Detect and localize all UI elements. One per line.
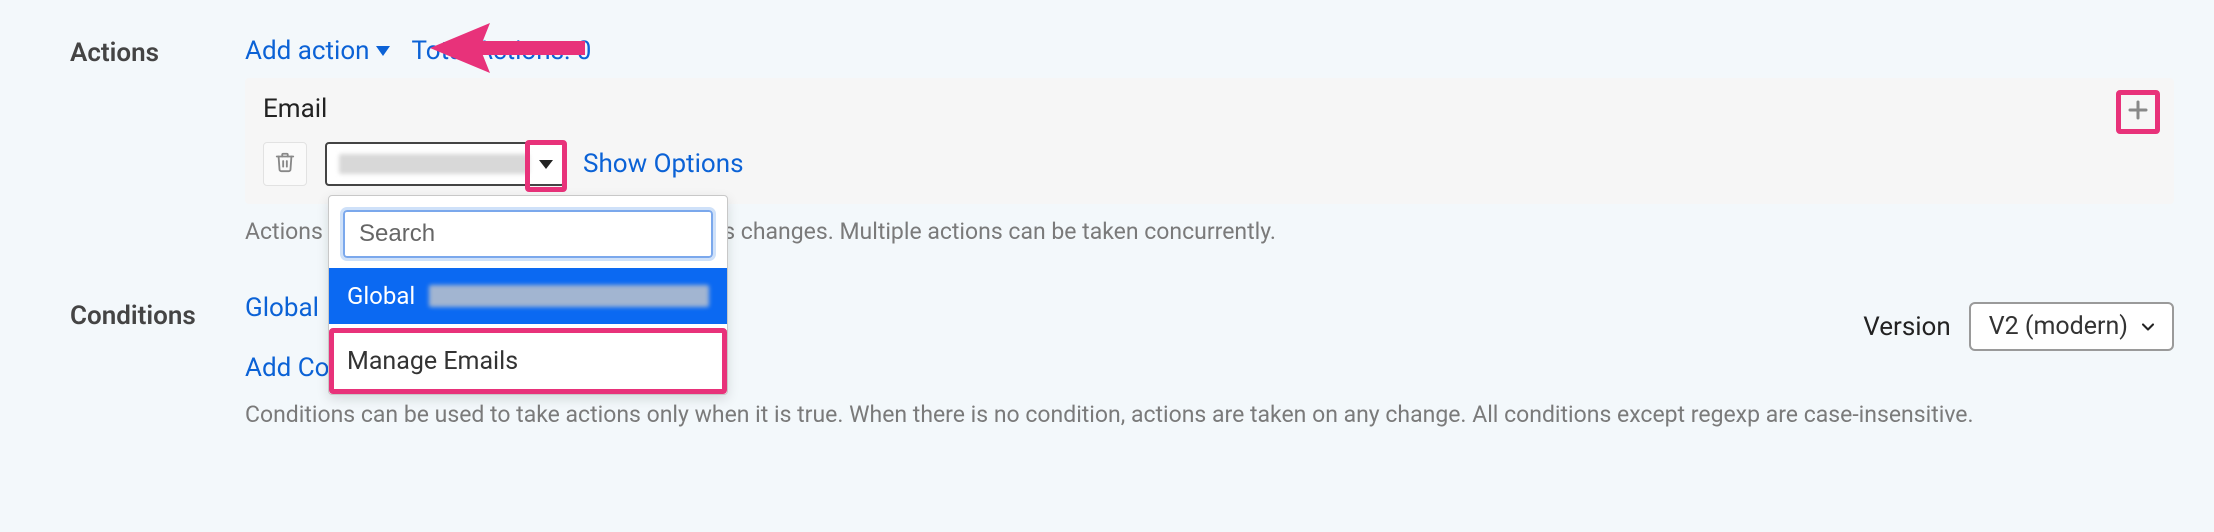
conditions-section-label: Conditions	[70, 293, 245, 331]
add-action-label: Add action	[245, 36, 370, 66]
email-recipient-select[interactable]	[325, 142, 565, 186]
plus-icon	[2126, 98, 2150, 126]
version-label: Version	[1863, 312, 1951, 342]
email-panel-title: Email	[263, 94, 2156, 124]
dropdown-search-input[interactable]	[343, 210, 713, 258]
total-actions-text: Total Actions: 0	[412, 36, 592, 66]
actions-section-label: Actions	[70, 30, 245, 68]
caret-down-icon	[539, 160, 553, 169]
add-action-dropdown[interactable]: Add action	[245, 36, 390, 66]
conditions-help-text: Conditions can be used to take actions o…	[245, 401, 2174, 428]
show-options-link[interactable]: Show Options	[583, 149, 744, 179]
caret-down-icon	[376, 46, 390, 56]
dropdown-option-selected[interactable]: Global	[329, 268, 727, 324]
version-select[interactable]: V2 (modern)	[1969, 302, 2174, 351]
chevron-down-icon	[2138, 317, 2158, 337]
email-action-panel: Email Show Options	[245, 78, 2174, 204]
dropdown-option-blurred	[429, 285, 709, 307]
manage-emails-option[interactable]: Manage Emails	[329, 331, 727, 394]
version-value: V2 (modern)	[1989, 312, 2128, 341]
trash-icon	[274, 151, 296, 177]
add-action-instance-button[interactable]	[2116, 90, 2160, 134]
dropdown-option-prefix: Global	[347, 282, 415, 310]
email-recipient-value	[339, 154, 529, 174]
email-select-dropdown: Global Manage Emails	[328, 195, 728, 395]
delete-action-button[interactable]	[263, 142, 307, 186]
